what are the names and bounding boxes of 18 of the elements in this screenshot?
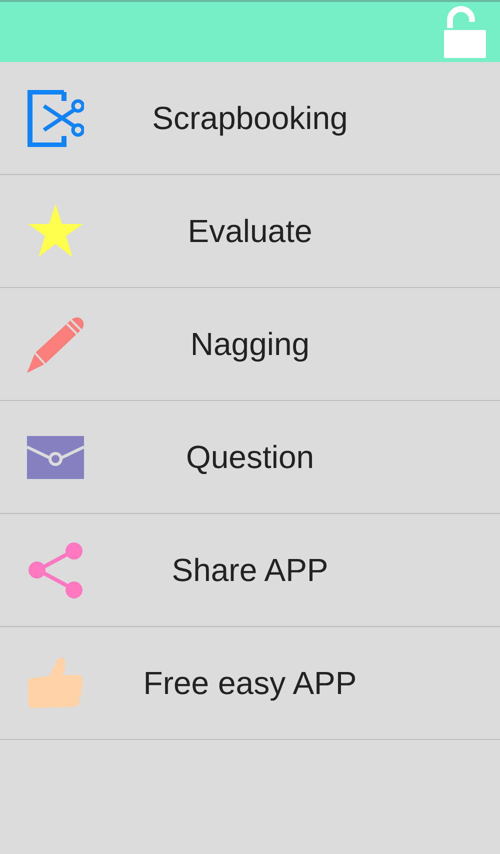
menu-item[interactable]: Evaluate — [0, 175, 500, 288]
menu-item-label: Share APP — [172, 552, 328, 588]
pencil-icon — [27, 316, 84, 372]
share-icon — [27, 542, 84, 598]
menu-item-label: Free easy APP — [143, 664, 357, 702]
menu-item-label: Evaluate — [188, 212, 312, 250]
menu-item[interactable]: Share APP — [0, 514, 500, 627]
menu-item-label: Scrapbooking — [152, 100, 348, 136]
menu-item-label: Question — [186, 438, 314, 476]
scissors-icon — [27, 90, 84, 146]
unlocked-padlock-icon[interactable] — [444, 6, 486, 58]
menu-item-label: Nagging — [190, 326, 310, 362]
menu-item[interactable]: Scrapbooking — [0, 62, 500, 175]
envelope-icon — [27, 436, 84, 478]
star-icon — [27, 202, 84, 260]
menu-item[interactable]: Question — [0, 401, 500, 514]
menu-item[interactable]: Nagging — [0, 288, 500, 401]
menu-item[interactable]: Free easy APP — [0, 627, 500, 740]
